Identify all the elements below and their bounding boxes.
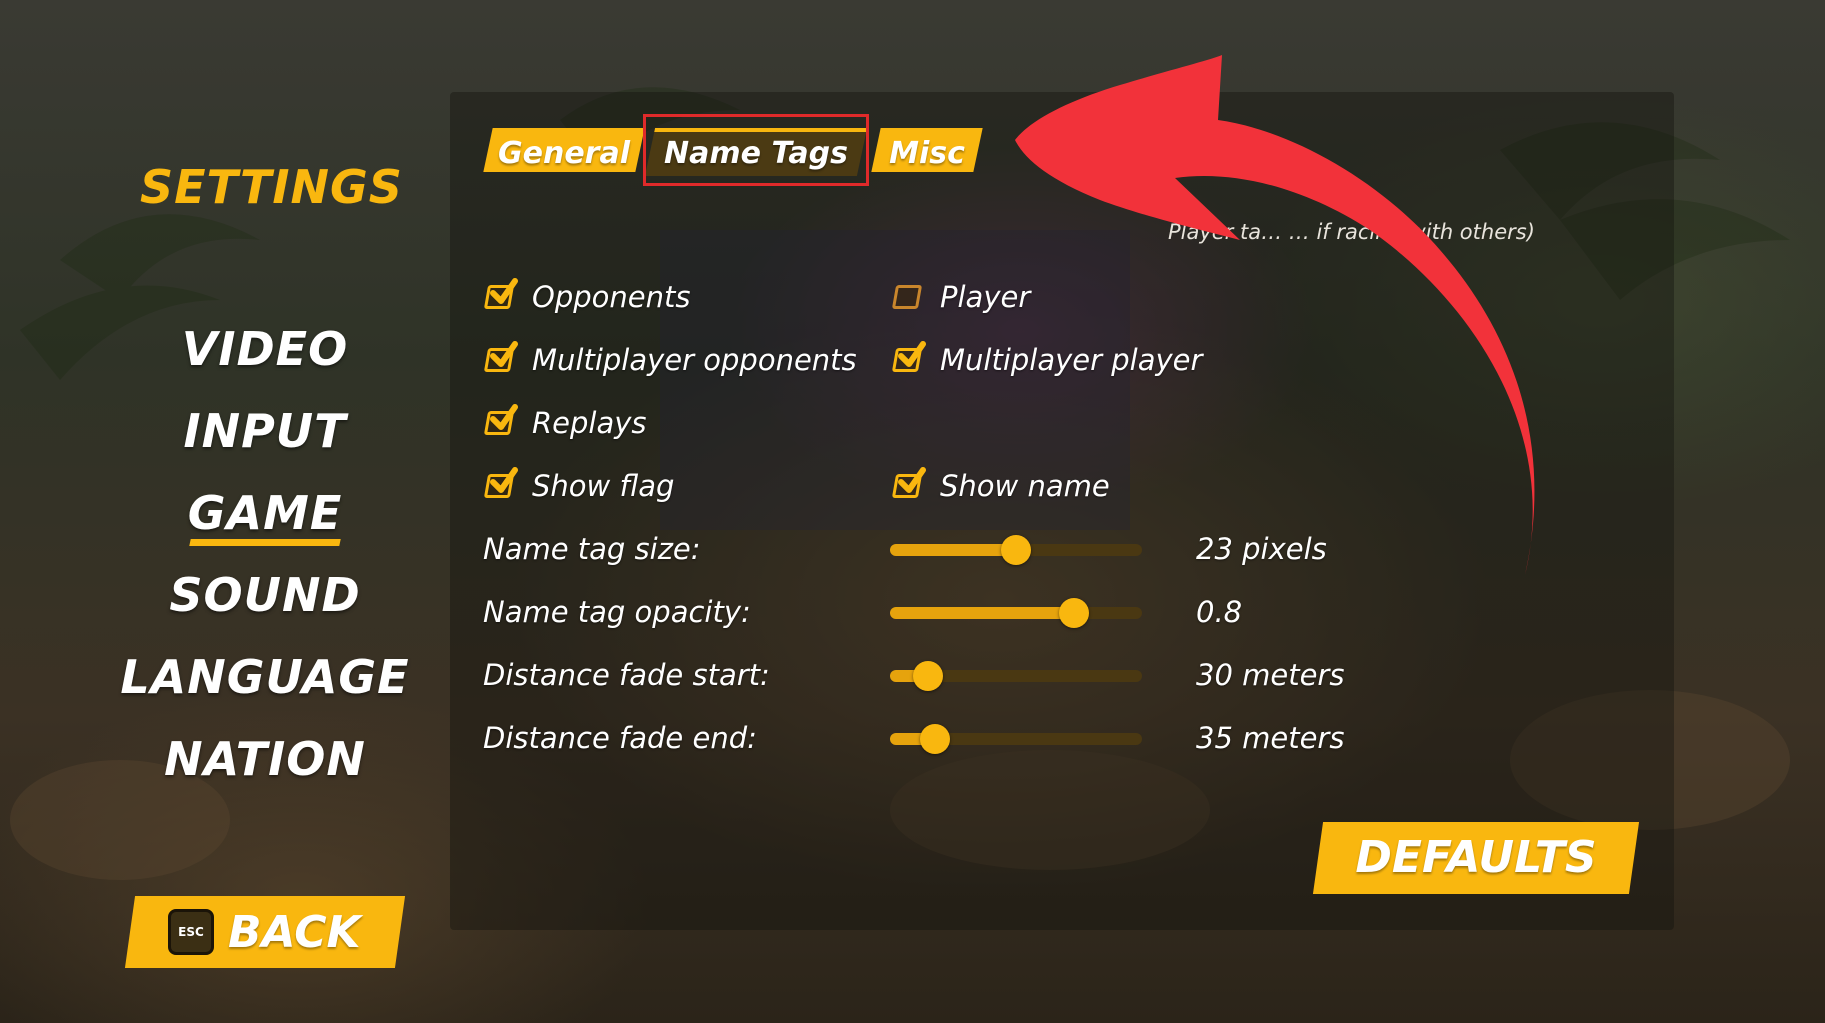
slider-value-distance-fade-end: 35 meters (1196, 721, 1345, 755)
tab-general[interactable]: General (488, 132, 640, 176)
menu-item-input[interactable]: INPUT (100, 404, 430, 458)
back-button-content[interactable]: ESC BACK (168, 904, 361, 960)
checkbox-show-name[interactable] (891, 467, 926, 500)
menu-item-nation[interactable]: NATION (100, 732, 430, 786)
menu-item-language[interactable]: LANGUAGE (100, 650, 430, 704)
slider-label-name-tag-opacity: Name tag opacity: (483, 595, 751, 629)
slider-label-distance-fade-start: Distance fade start: (483, 658, 770, 692)
checkbox-multiplayer-player[interactable] (891, 341, 926, 374)
option-label: Show name (940, 469, 1110, 503)
check-icon (490, 467, 518, 493)
esc-key-icon: ESC (168, 909, 214, 955)
slider-value-name-tag-opacity: 0.8 (1196, 595, 1243, 629)
slider-distance-fade-end[interactable] (890, 724, 1142, 754)
slider-value-name-tag-size: 23 pixels (1196, 532, 1327, 566)
option-replays[interactable]: Replays (483, 404, 647, 440)
slider-thumb[interactable] (1001, 535, 1031, 565)
check-icon (490, 341, 518, 367)
slider-thumb[interactable] (1058, 598, 1089, 628)
check-icon (490, 404, 518, 430)
option-show-name[interactable]: Show name (891, 467, 1110, 503)
check-icon (898, 467, 926, 493)
option-opponents[interactable]: Opponents (483, 278, 691, 314)
defaults-button-label[interactable]: DEFAULTS (1318, 822, 1634, 894)
slider-value-distance-fade-start: 30 meters (1196, 658, 1345, 692)
option-label: Show flag (532, 469, 675, 503)
checkbox-replays[interactable] (483, 404, 518, 437)
option-player[interactable]: Player (891, 280, 1031, 314)
slider-thumb[interactable] (912, 661, 943, 691)
checkbox-opponents[interactable] (483, 278, 518, 311)
slider-distance-fade-start[interactable] (890, 661, 1142, 691)
hint-text: Player ta… … if racing with others) (1168, 220, 1535, 244)
settings-panel (450, 92, 1674, 930)
menu-item-sound[interactable]: SOUND (100, 568, 430, 622)
checkbox-show-flag[interactable] (483, 467, 518, 500)
check-icon (898, 341, 926, 367)
option-label: Multiplayer player (940, 343, 1203, 377)
menu-item-game[interactable]: GAME (100, 486, 430, 540)
option-multiplayer-player[interactable]: Multiplayer player (891, 341, 1203, 377)
slider-label-distance-fade-end: Distance fade end: (483, 721, 757, 755)
checkbox-player[interactable] (891, 283, 924, 311)
option-multiplayer-opponents[interactable]: Multiplayer opponents (483, 341, 857, 377)
slider-name-tag-size[interactable] (890, 535, 1142, 565)
option-label: Player (940, 280, 1031, 314)
option-show-flag[interactable]: Show flag (483, 467, 675, 503)
slider-label-name-tag-size: Name tag size: (483, 532, 701, 566)
checkbox-multiplayer-opponents[interactable] (483, 341, 518, 374)
check-icon (490, 278, 518, 304)
tab-highlight-box (643, 114, 869, 186)
option-label: Multiplayer opponents (532, 343, 857, 377)
tab-misc[interactable]: Misc (876, 132, 978, 176)
back-label: BACK (228, 906, 361, 958)
slider-name-tag-opacity[interactable] (890, 598, 1142, 628)
option-label: Opponents (532, 280, 691, 314)
settings-title: SETTINGS (140, 160, 403, 214)
menu-item-video[interactable]: VIDEO (100, 322, 430, 376)
option-label: Replays (532, 406, 647, 440)
